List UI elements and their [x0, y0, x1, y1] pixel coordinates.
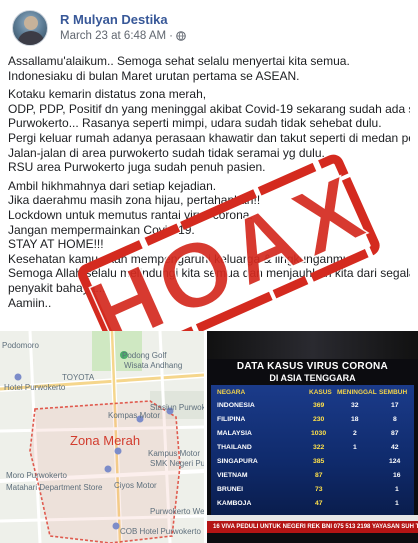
- map-place: Matahari Department Store: [6, 483, 103, 492]
- post-line: Pergi keluar rumah adanya perasaan khawa…: [8, 130, 410, 145]
- post-line: ODP, PDP, Positif dn yang meninggal akib…: [8, 101, 410, 116]
- globe-icon[interactable]: [176, 31, 186, 41]
- post-line: Kesehatan kamu akan mempengaruhi keluarg…: [8, 251, 353, 266]
- recovered-cell: 1: [395, 486, 399, 493]
- map-place: Wisata Andhang: [124, 361, 183, 370]
- cases-cell: 47: [315, 500, 323, 507]
- recovered-cell: 8: [393, 416, 397, 423]
- country-cell: BRUNEI: [217, 486, 244, 493]
- post-body: Assallamu'alaikum.. Semoga sehat selalu …: [8, 54, 410, 314]
- map-place: COB Hotel Purwokerto: [120, 527, 201, 536]
- deaths-cell: 1: [353, 444, 357, 451]
- table-row: VIETNAM 87 16: [211, 470, 414, 481]
- country-cell: MALAYSIA: [217, 430, 252, 437]
- recovered-cell: 17: [391, 402, 399, 409]
- deaths-cell: 18: [351, 416, 359, 423]
- post-images[interactable]: Podomoro Podong Golf Wisata Andhang TOYO…: [0, 331, 418, 543]
- cases-cell: 1030: [311, 430, 327, 437]
- tv-ticker: 16 VIVA PEDULI UNTUK NEGERI REK BNI 075 …: [207, 521, 418, 533]
- map-place: Podong Golf: [122, 351, 167, 360]
- cases-cell: 369: [313, 402, 325, 409]
- map-place: SMK Negeri Purwokerto: [150, 459, 204, 468]
- cases-cell: 73: [315, 486, 323, 493]
- cases-cell: 87: [315, 472, 323, 479]
- author-name[interactable]: R Mulyan Destika: [60, 12, 168, 27]
- post-line: Kotaku kemarin distatus zona merah,: [8, 87, 207, 102]
- country-cell: FILIPINA: [217, 416, 246, 423]
- paragraph-3: Ambil hikhmahnya dari setiap kejadian. J…: [8, 179, 410, 310]
- facebook-post: R Mulyan Destika March 23 at 6:48 AM · A…: [0, 0, 418, 543]
- cases-cell: 230: [313, 416, 325, 423]
- tv-data-table: NEGARA KASUS MENINGGAL SEMBUH INDONESIA …: [211, 385, 414, 515]
- cases-cell: 385: [313, 458, 325, 465]
- post-line: Indonesiaku di bulan Maret urutan pertam…: [8, 68, 300, 83]
- post-meta: March 23 at 6:48 AM ·: [60, 30, 186, 42]
- recovered-cell: 124: [389, 458, 401, 465]
- country-cell: SINGAPURA: [217, 458, 258, 465]
- table-row: BRUNEI 73 1: [211, 484, 414, 495]
- meta-separator: ·: [169, 30, 173, 42]
- paragraph-1: Assallamu'alaikum.. Semoga sehat selalu …: [8, 54, 410, 83]
- post-line: Semoga Allah selalu melindungi kita semu…: [8, 266, 410, 281]
- post-line: Aamiin..: [8, 295, 52, 310]
- country-cell: THAILAND: [217, 444, 252, 451]
- table-row: MALAYSIA 1030 2 87: [211, 428, 414, 439]
- post-line: STAY AT HOME!!!: [8, 237, 104, 252]
- table-row: INDONESIA 369 32 17: [211, 400, 414, 411]
- map-image[interactable]: Podomoro Podong Golf Wisata Andhang TOYO…: [0, 331, 204, 543]
- post-line: RSU area Purwokerto juga sudah penuh pas…: [8, 160, 266, 175]
- tv-news-image[interactable]: DATA KASUS VIRUS CORONA DI ASIA TENGGARA…: [207, 331, 418, 543]
- zone-label: Zona Merah: [70, 433, 141, 448]
- post-line: penyakit bahaya...: [8, 280, 106, 295]
- table-header: KASUS: [309, 389, 332, 396]
- map-place: Purwokerto Wetan: [150, 507, 204, 516]
- country-cell: KAMBOJA: [217, 500, 252, 507]
- post-line: Assallamu'alaikum.. Semoga sehat selalu …: [8, 54, 350, 68]
- map-place: Hotel Purwokerto: [4, 383, 66, 392]
- deaths-cell: 2: [353, 430, 357, 437]
- cases-cell: 322: [313, 444, 325, 451]
- paragraph-2: Kotaku kemarin distatus zona merah, ODP,…: [8, 87, 410, 175]
- map-place: Podomoro: [2, 341, 39, 350]
- table-row: KAMBOJA 47 1: [211, 498, 414, 509]
- map-place: TOYOTA: [62, 373, 95, 382]
- recovered-cell: 87: [391, 430, 399, 437]
- post-timestamp[interactable]: March 23 at 6:48 AM: [60, 30, 166, 42]
- post-line: Jika daerahmu masih zona hijau, pertahan…: [8, 193, 261, 208]
- post-line: Lockdown untuk memutus rantai virus coro…: [8, 207, 253, 222]
- tv-top-bar: [207, 331, 418, 359]
- recovered-cell: 1: [395, 500, 399, 507]
- table-header: SEMBUH: [379, 389, 408, 396]
- table-header: NEGARA: [217, 389, 246, 396]
- table-header: MENINGGAL: [337, 389, 377, 396]
- map-place: Kampus Motor: [148, 449, 201, 458]
- post-line: Jalan-jalan di area purwokerto sudah tid…: [8, 145, 325, 160]
- recovered-cell: 16: [393, 472, 401, 479]
- tv-title: DATA KASUS VIRUS CORONA: [236, 361, 389, 372]
- table-row: THAILAND 322 1 42: [211, 442, 414, 453]
- map-place: Ciyos Motor: [114, 481, 157, 490]
- country-cell: INDONESIA: [217, 402, 255, 409]
- author-avatar[interactable]: [12, 10, 48, 46]
- recovered-cell: 42: [391, 444, 399, 451]
- table-row: FILIPINA 230 18 8: [211, 414, 414, 425]
- post-line: Jangan mempermainkan Covid-19.: [8, 222, 195, 237]
- post-line: Purwokerto... Rasanya seperti mimpi, uda…: [8, 116, 382, 131]
- deaths-cell: 32: [351, 402, 359, 409]
- table-row: SINGAPURA 385 124: [211, 456, 414, 467]
- post-line: Ambil hikhmahnya dari setiap kejadian.: [8, 178, 217, 193]
- map-place: Kompas Motor: [108, 411, 161, 420]
- map-place: Moro Purwokerto: [6, 471, 67, 480]
- country-cell: VIETNAM: [217, 472, 248, 479]
- tv-subtitle: DI ASIA TENGGARA: [269, 373, 356, 383]
